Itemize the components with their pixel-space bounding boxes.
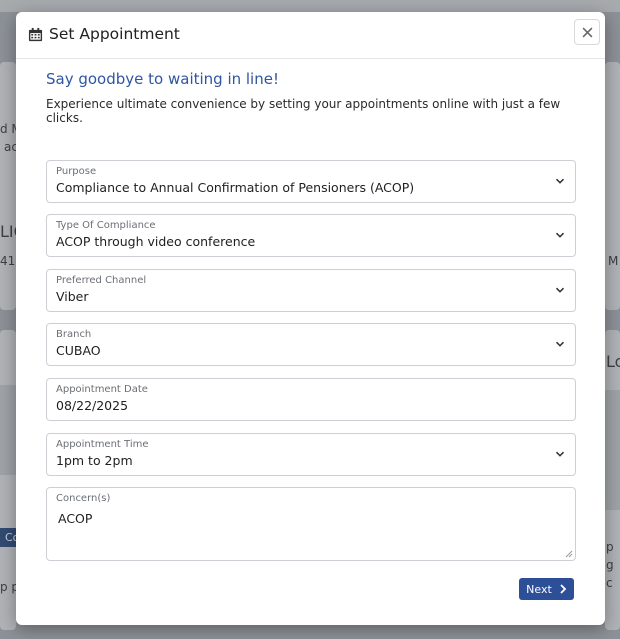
field-label: Branch <box>56 329 92 340</box>
type-of-compliance-select[interactable]: Type Of Compliance ACOP through video co… <box>46 214 576 257</box>
field-label: Concern(s) <box>56 493 111 504</box>
chevron-down-icon <box>555 451 565 457</box>
field-label: Purpose <box>56 166 97 177</box>
field-value: CUBAO <box>56 343 101 358</box>
field-value: ACOP through video conference <box>56 234 256 249</box>
close-button[interactable] <box>574 19 600 45</box>
modal-title-text: Set Appointment <box>49 25 180 43</box>
preferred-channel-select[interactable]: Preferred Channel Viber <box>46 269 576 312</box>
field-label: Preferred Channel <box>56 275 147 286</box>
headline: Say goodbye to waiting in line! <box>46 70 279 88</box>
field-label: Appointment Date <box>56 384 148 395</box>
resize-grip-icon[interactable] <box>565 550 573 558</box>
close-icon <box>582 27 592 37</box>
modal-title: Set Appointment <box>28 25 180 43</box>
modal-header: Set Appointment <box>16 12 605 59</box>
calendar-icon <box>28 27 43 41</box>
chevron-down-icon <box>555 178 565 184</box>
field-value: Compliance to Annual Confirmation of Pen… <box>56 180 415 195</box>
appointment-time-select[interactable]: Appointment Time 1pm to 2pm <box>46 433 576 476</box>
field-value: 1pm to 2pm <box>56 453 133 468</box>
chevron-down-icon <box>555 287 565 293</box>
field-value: 08/22/2025 <box>56 398 129 413</box>
branch-select[interactable]: Branch CUBAO <box>46 323 576 366</box>
chevron-down-icon <box>555 232 565 238</box>
field-label: Type Of Compliance <box>56 220 156 231</box>
next-button[interactable]: Next <box>519 578 574 600</box>
next-button-label: Next <box>526 582 552 596</box>
chevron-right-icon <box>560 584 567 594</box>
concerns-textarea[interactable]: Concern(s) ACOP <box>46 487 576 561</box>
field-value: ACOP <box>58 511 93 526</box>
field-label: Appointment Time <box>56 439 149 450</box>
intro-text: Experience ultimate convenience by setti… <box>46 97 561 125</box>
set-appointment-modal: Set Appointment Say goodbye to waiting i… <box>16 12 605 625</box>
appointment-date-input[interactable]: Appointment Date 08/22/2025 <box>46 378 576 421</box>
purpose-select[interactable]: Purpose Compliance to Annual Confirmatio… <box>46 160 576 203</box>
chevron-down-icon <box>555 341 565 347</box>
field-value: Viber <box>56 289 89 304</box>
